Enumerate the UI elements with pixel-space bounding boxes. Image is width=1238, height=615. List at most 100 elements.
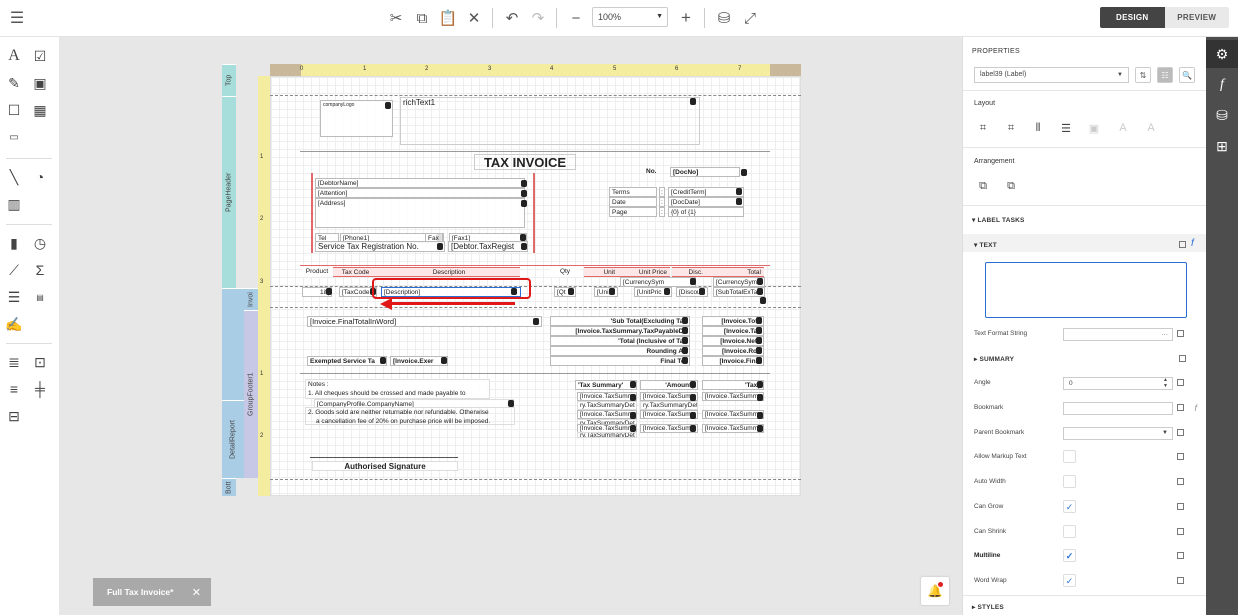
doc-no-field[interactable]: [DocNo]	[670, 167, 740, 177]
copy-icon[interactable]: ⧉	[410, 7, 434, 29]
band-top[interactable]: Top	[222, 64, 236, 96]
fit-bounds-icon[interactable]: ▣	[1086, 121, 1102, 135]
reset-square[interactable]	[1177, 552, 1184, 559]
expressions-icon[interactable]: f	[1206, 71, 1238, 99]
reset-square[interactable]	[1177, 528, 1184, 535]
column-header-description[interactable]: Description	[378, 267, 520, 277]
label-tasks-section[interactable]: LABEL TASKS	[977, 217, 1024, 224]
cut-icon[interactable]: ✂	[384, 7, 408, 29]
page-info-field[interactable]: {0} of {1}	[668, 207, 744, 217]
tax-summary-tax[interactable]: [Invoice.TaxSumm	[702, 392, 764, 401]
categorized-icon[interactable]: ☷	[1157, 67, 1173, 83]
tax-summary-label[interactable]: 'Tax Summary'	[575, 380, 637, 390]
address-field[interactable]: [Address]	[315, 198, 525, 228]
invoice-tax-field[interactable]: [Invoice.Tax	[702, 326, 764, 336]
invoice-nett-field[interactable]: [Invoice.NetT	[702, 336, 764, 346]
panel-tool-icon[interactable]: ☐	[4, 100, 24, 120]
invoice-total-field[interactable]: [Invoice.Tota	[702, 316, 764, 326]
pdf-tool-icon[interactable]: ▤	[30, 287, 50, 307]
character-comb-tool-icon[interactable]: ▭	[4, 127, 24, 147]
bookmark-input[interactable]	[1063, 402, 1173, 415]
center-horizontally-icon[interactable]: ⫴	[1030, 121, 1046, 135]
tax-summary-amount[interactable]: ry.TaxSummaryDet	[640, 401, 698, 410]
delete-icon[interactable]: ✕	[462, 7, 486, 29]
reset-square[interactable]	[1177, 330, 1184, 337]
document-tab[interactable]: Full Tax Invoice* ✕	[93, 578, 211, 606]
allow-markup-checkbox[interactable]	[1063, 450, 1076, 463]
band-bottom[interactable]: Bott	[222, 478, 236, 496]
font-increase-icon[interactable]: A	[1115, 121, 1131, 135]
credit-term-field[interactable]: [CreditTerm]	[668, 187, 744, 197]
column-header-tax-code[interactable]: Tax Code	[333, 267, 378, 277]
tax-summary-tax[interactable]: [Invoice.TaxSumm	[702, 424, 764, 433]
colon-label[interactable]: :	[659, 197, 665, 207]
column-header-total[interactable]: Total	[706, 267, 764, 277]
ellipsis-icon[interactable]: ···	[1162, 329, 1169, 340]
currency-symbol-field[interactable]: [CurrencySym	[620, 277, 696, 287]
column-header-qty[interactable]: Qty	[550, 267, 580, 277]
undo-icon[interactable]: ↶	[500, 7, 524, 29]
column-header-unit-price[interactable]: Unit Price	[618, 267, 670, 277]
table-tool-icon[interactable]: ▦	[30, 100, 50, 120]
reset-square[interactable]	[1177, 577, 1184, 584]
tax-summary-cell[interactable]: ry.TaxSummaryDet	[577, 401, 637, 410]
bring-to-front-icon[interactable]: ⧉	[975, 179, 991, 193]
parent-bookmark-select[interactable]: ▼	[1063, 427, 1173, 440]
sparkline-tool-icon[interactable]: ⟋	[4, 260, 24, 280]
barcode-tool-icon[interactable]: ▥	[4, 194, 24, 214]
colon-label[interactable]: :	[659, 187, 665, 197]
pivot-tool-icon[interactable]: ⊡	[30, 352, 50, 372]
search-icon[interactable]: 🔍	[1179, 67, 1195, 83]
column-header-disc[interactable]: Disc.	[672, 267, 706, 277]
date-label[interactable]: Date	[609, 197, 657, 207]
tax-summary-cell[interactable]: [Invoice.TaxSumm	[577, 410, 637, 419]
sort-alpha-icon[interactable]: ⇅	[1135, 67, 1151, 83]
text-section[interactable]: TEXT	[979, 242, 996, 249]
band-page-header[interactable]: PageHeader	[222, 96, 236, 288]
picture-tool-icon[interactable]: ▣	[30, 73, 50, 93]
authorised-signature-label[interactable]: Authorised Signature	[312, 461, 458, 471]
cross-band-tool-icon[interactable]: ╪	[30, 379, 50, 399]
column-header-product[interactable]: Product	[302, 267, 332, 277]
band-invoice[interactable]: Invoi	[244, 288, 258, 310]
company-logo[interactable]: companyLogo	[320, 100, 393, 137]
send-to-back-icon[interactable]: ⧉	[1003, 179, 1019, 193]
sum-tool-icon[interactable]: Σ	[30, 260, 50, 280]
reset-square[interactable]	[1177, 404, 1184, 411]
tax-registration-label[interactable]: Service Tax Registration No.	[315, 241, 445, 252]
summary-reset-square[interactable]	[1179, 355, 1186, 362]
checkbox-tool-icon[interactable]: ☑	[30, 46, 50, 66]
column-header-unit[interactable]: Unit	[584, 267, 618, 277]
preview-button[interactable]: PREVIEW	[1164, 7, 1229, 28]
label-tool-icon[interactable]: A	[4, 46, 24, 66]
colon-label[interactable]: :	[659, 207, 665, 217]
subtotal-excluding-tax-label[interactable]: 'Sub Total(Excluding Tax	[550, 316, 690, 326]
tax-summary-cell[interactable]: [Invoice.TaxSumm	[577, 392, 637, 401]
expression-icon[interactable]: f	[1191, 238, 1194, 249]
chart-tool-icon[interactable]: ▮	[4, 233, 24, 253]
tax-payable-field[interactable]: [Invoice.TaxSummary.TaxPayableDe	[550, 326, 690, 336]
gauge-tool-icon[interactable]: ◷	[30, 233, 50, 253]
shape-tool-icon[interactable]: ◔	[30, 167, 50, 187]
zoom-in-icon[interactable]: +	[674, 7, 698, 29]
tax-header[interactable]: 'Tax('	[702, 380, 764, 390]
gear-icon[interactable]: ⚙	[1206, 40, 1238, 68]
can-grow-checkbox[interactable]: ✓	[1063, 500, 1076, 513]
text-reset-square[interactable]	[1179, 241, 1186, 248]
final-total-label[interactable]: Final Tot	[550, 356, 690, 366]
line-tool-icon[interactable]: ╲	[4, 167, 24, 187]
band-detail-report[interactable]: DetailReport	[222, 400, 244, 478]
note-line-2[interactable]: 2. Goods sold are neither returnable nor…	[305, 407, 515, 425]
exempted-service-tax-label[interactable]: Exempted Service Ta	[307, 356, 387, 366]
rounding-adjustment-label[interactable]: Rounding Ad	[550, 346, 690, 356]
zoom-select[interactable]: 100% ▼	[592, 7, 668, 27]
expression-icon[interactable]: f	[1194, 399, 1197, 417]
notification-bell-icon[interactable]: 🔔	[921, 577, 949, 605]
subreport-tool-icon[interactable]: ≣	[4, 352, 24, 372]
component-select[interactable]: label39 (Label) ▼	[974, 67, 1129, 83]
spinner-icon[interactable]: ▲ ▼	[1163, 377, 1168, 389]
multiline-checkbox[interactable]: ✓	[1063, 549, 1076, 562]
page-break-tool-icon[interactable]: ≡	[4, 379, 24, 399]
debtor-tax-registration-field[interactable]: [Debtor.TaxRegist	[448, 241, 528, 252]
can-shrink-checkbox[interactable]	[1063, 525, 1076, 538]
